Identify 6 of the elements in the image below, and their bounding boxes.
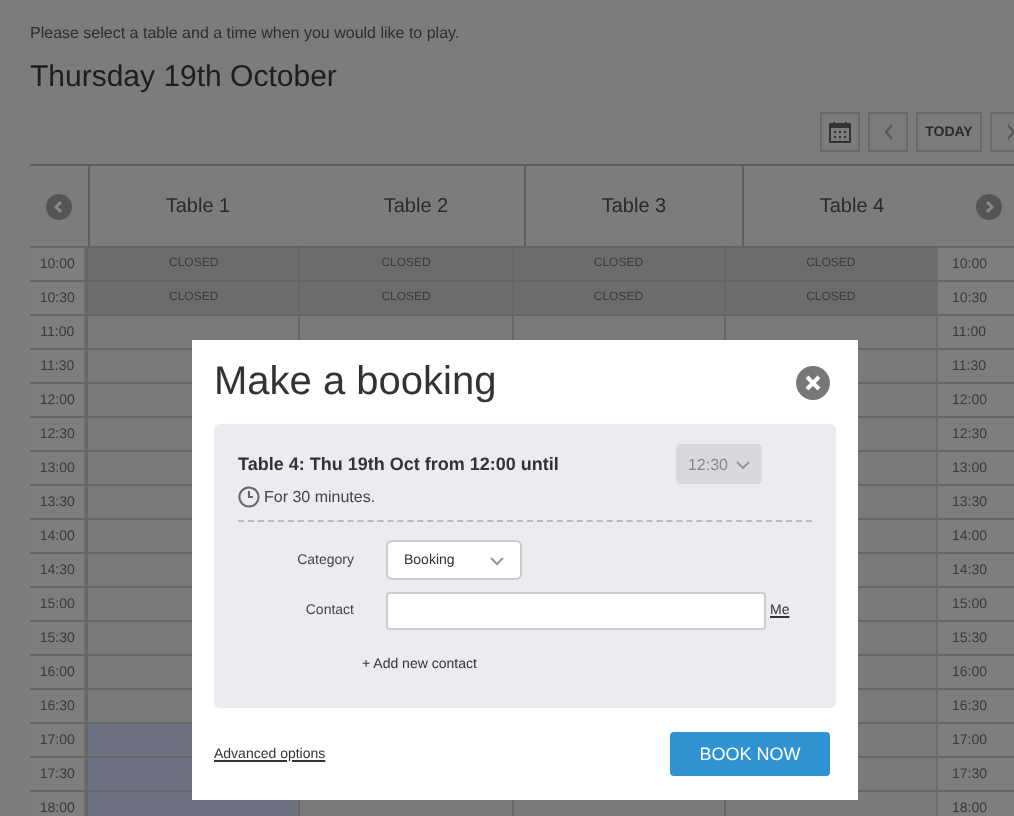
date-heading: Thursday 19th October bbox=[30, 60, 339, 94]
dialog-title: Make a booking bbox=[214, 359, 497, 405]
column-header: Table 2 bbox=[381, 193, 451, 221]
instruction-text: Please select a table and a time when you would like to play. bbox=[30, 24, 462, 42]
duration-text: For 30 minutes. bbox=[264, 488, 376, 506]
booking-summary: Table 4: Thu 19th Oct from 12:00 until bbox=[238, 454, 559, 474]
